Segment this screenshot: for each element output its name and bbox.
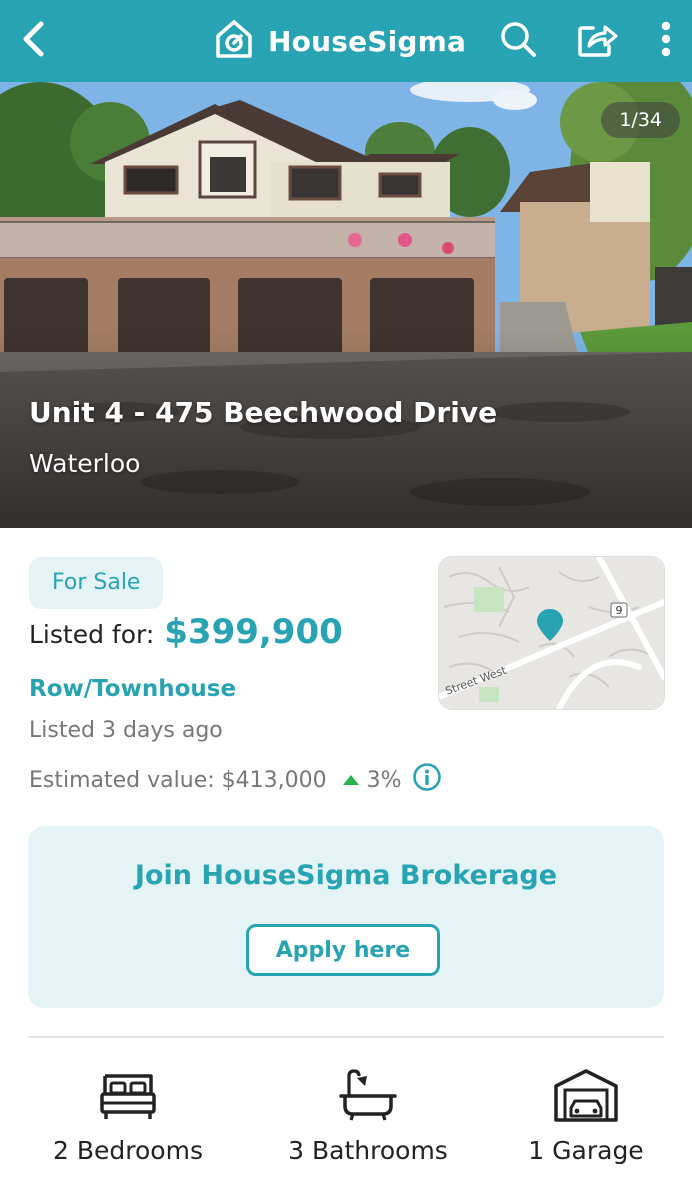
chevron-left-icon [19,21,49,61]
app-header: HouseSigma [0,0,692,82]
feature-garage: 1 Garage [486,1068,686,1165]
info-icon [412,762,442,798]
brand-logo: HouseSigma [214,18,466,64]
listed-price-label: Listed for: [29,620,155,649]
listing-photo-carousel[interactable]: 1/34 Unit 4 - 475 Beechwood Drive Waterl… [0,82,692,528]
listed-price-row: Listed for: $399,900 [29,612,343,652]
search-icon [499,20,537,62]
bed-icon [99,1072,157,1126]
more-vertical-icon [660,20,672,62]
listing-address: Unit 4 - 475 Beechwood Drive [29,396,498,429]
share-icon [577,20,619,62]
location-map[interactable]: 9 Street West [438,556,665,710]
listed-date: Listed 3 days ago [29,718,223,743]
garage-label: 1 Garage [528,1136,644,1165]
estimated-value: Estimated value: $413,000 [29,767,327,793]
section-divider [28,1036,664,1038]
listed-price: $399,900 [164,612,343,652]
garage-icon [553,1068,619,1126]
bathrooms-label: 3 Bathrooms [288,1136,448,1165]
share-button[interactable] [576,19,620,63]
estimate-info-button[interactable] [412,762,442,798]
property-type: Row/Townhouse [29,676,237,702]
listing-city: Waterloo [29,449,141,478]
estimated-change-percent: 3% [366,767,402,793]
bathtub-icon [339,1068,397,1126]
search-button[interactable] [496,19,540,63]
route-badge: 9 [616,604,623,617]
estimated-value-row: Estimated value: $413,000 3% [29,762,442,798]
feature-bedrooms: 2 Bedrooms [28,1068,228,1165]
brokerage-title: Join HouseSigma Brokerage [134,860,558,891]
triangle-up-icon [341,768,361,793]
bedrooms-label: 2 Bedrooms [53,1136,203,1165]
apply-here-button[interactable]: Apply here [246,924,440,976]
brand-name: HouseSigma [268,24,467,58]
house-logo-icon [214,18,254,64]
estimated-change: 3% [341,768,402,793]
back-button[interactable] [14,21,54,61]
feature-bathrooms: 3 Bathrooms [268,1068,468,1165]
status-badge: For Sale [29,557,164,609]
photo-counter-badge: 1/34 [601,102,680,138]
map-image: 9 Street West [439,557,664,709]
more-options-button[interactable] [644,19,688,63]
brokerage-promo-card: Join HouseSigma Brokerage Apply here [28,826,664,1008]
